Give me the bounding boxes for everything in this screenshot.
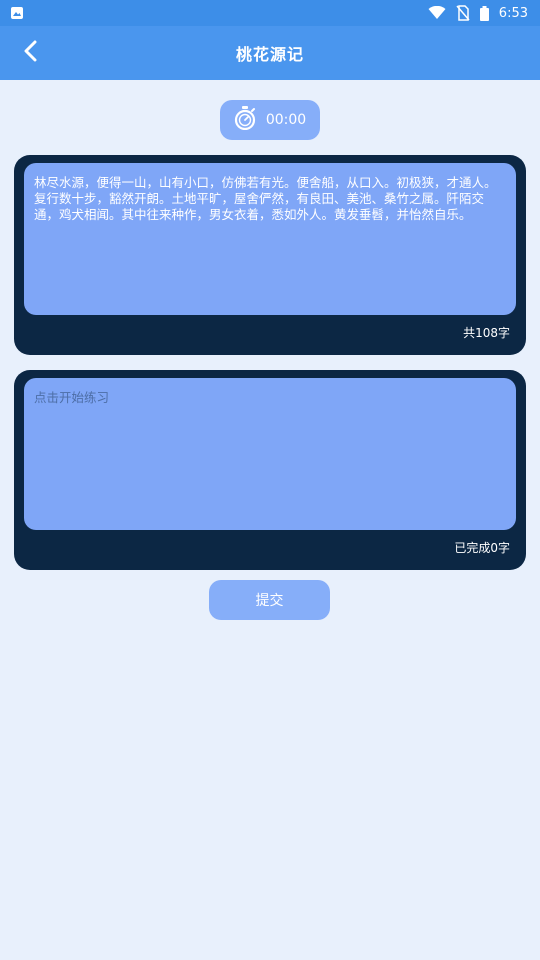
stopwatch-icon xyxy=(234,106,256,134)
no-sim-icon xyxy=(456,5,470,21)
source-text: 林尽水源，便得一山，山有小口，仿佛若有光。便舍船，从口入。初极狭，才通人。复行数… xyxy=(24,163,516,315)
timer-display: 00:00 xyxy=(220,100,320,140)
timer-value: 00:00 xyxy=(265,112,307,128)
app-bar: 桃花源记 xyxy=(0,26,540,80)
submit-button[interactable]: 提交 xyxy=(209,580,330,620)
back-button[interactable] xyxy=(14,37,46,69)
source-char-count: 共108字 xyxy=(463,326,510,340)
source-text-card: 林尽水源，便得一山，山有小口，仿佛若有光。便舍船，从口入。初极狭，才通人。复行数… xyxy=(14,155,526,355)
wifi-icon xyxy=(428,6,446,20)
notification-image-icon xyxy=(10,6,24,20)
status-left xyxy=(10,6,24,20)
status-bar: 6:53 xyxy=(0,0,540,26)
completed-char-count: 已完成0字 xyxy=(454,541,510,555)
practice-card: 已完成0字 xyxy=(14,370,526,570)
status-right: 6:53 xyxy=(428,5,528,21)
practice-input[interactable] xyxy=(24,378,516,530)
page-title: 桃花源记 xyxy=(235,45,304,64)
battery-icon xyxy=(479,5,489,21)
status-time: 6:53 xyxy=(498,5,528,21)
chevron-left-icon xyxy=(22,40,38,66)
